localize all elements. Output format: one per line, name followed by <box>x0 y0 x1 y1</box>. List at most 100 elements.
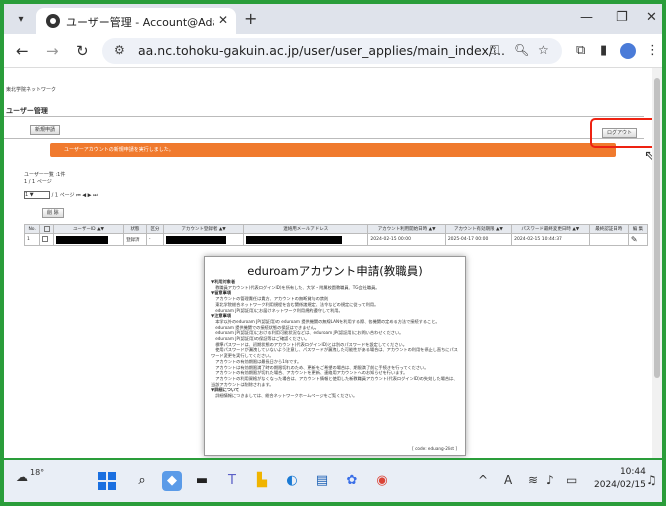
scroll-thumb[interactable] <box>654 78 660 378</box>
row-checkbox[interactable] <box>42 236 49 243</box>
cell-check[interactable] <box>39 233 54 246</box>
new-tab-button[interactable]: + <box>244 9 257 28</box>
new-application-button[interactable]: 新規申請 <box>30 125 61 135</box>
page-title: ユーザー管理 <box>6 107 48 115</box>
bookmark-star-icon[interactable]: ☆ <box>538 43 549 57</box>
table-header-row: No. ユーザーID ▲▼ 状態 区分 アカウント登録者 ▲▼ 連絡用メールアド… <box>23 224 649 234</box>
zoom-icon[interactable]: 🔍︎ <box>514 43 529 57</box>
table-row: 1 登録済 - 2024-02-15 00:00 2025-04-17 00:0… <box>23 233 649 246</box>
col-status: 状態 <box>123 224 147 234</box>
cell-expire: 2025-04-17 00:00 <box>444 233 513 246</box>
reload-icon[interactable]: ↻ <box>76 42 89 60</box>
cell-status: 登録済 <box>123 233 147 246</box>
col-expire[interactable]: アカウント有効期限 ▲▼ <box>444 224 513 234</box>
chrome-icon[interactable]: ◉ <box>372 471 392 491</box>
teams-icon[interactable]: T <box>222 471 242 491</box>
edge-icon[interactable]: ◐ <box>282 471 302 491</box>
list-page-count: 1 / 1 ページ <box>24 179 52 185</box>
col-start[interactable]: アカウント利用開始日時 ▲▼ <box>367 224 446 234</box>
divider <box>4 116 644 117</box>
browser-window: ▾ ユーザー管理 - Account@Adapte ✕ + — ❐ ✕ ← → … <box>4 4 662 458</box>
modal-code: [ code: eduang-2list ] <box>412 446 457 451</box>
restore-icon[interactable]: ❐ <box>616 10 628 25</box>
pager-nav-icons[interactable]: ⏮ ◀ ▶ ⏭ <box>76 193 97 199</box>
search-icon[interactable]: ⌕ <box>132 471 152 491</box>
password-key-icon[interactable]: ⚿ <box>490 43 499 58</box>
forward-icon[interactable]: → <box>46 42 59 60</box>
side-panel-icon[interactable]: ▮ <box>600 43 607 58</box>
cell-last-auth <box>588 233 629 246</box>
battery-icon[interactable]: ▭ <box>566 473 577 487</box>
task-view-icon[interactable]: ▬ <box>192 471 212 491</box>
clock-date: 2024/02/15 <box>594 480 646 490</box>
favicon-icon <box>46 14 60 28</box>
volume-icon[interactable]: ♪ <box>546 473 554 487</box>
col-no: No. <box>23 224 41 234</box>
page-select[interactable]: 1 ▼ <box>24 191 50 199</box>
ime-indicator[interactable]: A <box>504 473 512 487</box>
profile-avatar[interactable] <box>620 43 636 59</box>
edit-icon[interactable]: ✎ <box>631 235 638 244</box>
file-explorer-icon[interactable]: ▙ <box>252 471 272 491</box>
logout-highlight-box <box>590 118 660 148</box>
pager-text: / 1 ページ <box>51 192 75 199</box>
col-registrant[interactable]: アカウント登録者 ▲▼ <box>163 224 245 234</box>
delete-button[interactable]: 削 除 <box>42 208 64 218</box>
start-windows-icon[interactable] <box>98 472 116 490</box>
col-last-auth: 最終認証日時 <box>588 224 629 234</box>
modal-line: アカウントの利用資格がなくなった場合は、アカウント情報と使用した新教職員アカウン… <box>211 375 458 387</box>
extensions-icon[interactable]: ⧉ <box>576 43 585 58</box>
menu-kebab-icon[interactable]: ⋮ <box>646 43 659 58</box>
redacted-registrant <box>166 235 227 244</box>
url-text[interactable]: aa.nc.tohoku-gakuin.ac.jp/user/user_appl… <box>138 43 505 58</box>
eduroam-modal: eduroamアカウント申請(教職員) ▼利用対象者 教職員アカウント(代表ログ… <box>204 256 466 456</box>
col-category: 区分 <box>145 224 165 234</box>
col-pw-changed[interactable]: パスワード最終変更日時 ▲▼ <box>511 224 590 234</box>
cell-edit[interactable]: ✎ <box>627 233 649 246</box>
modal-line: 使用パスワードが漏洩していないよう注意し、パスワードが漏洩した可能性がある場合は… <box>211 347 458 359</box>
web-page: 東北学院ネットワーク ユーザー管理 新規申請 ログアウト ユーザーアカウントの新… <box>4 68 662 458</box>
weather-icon[interactable]: ☁ <box>16 470 28 484</box>
success-banner: ユーザーアカウントの新規申請を実行しました。 <box>50 143 616 157</box>
cell-email <box>243 233 369 246</box>
site-info-icon[interactable]: ⚙ <box>114 43 125 57</box>
col-user-id[interactable]: ユーザーID ▲▼ <box>52 224 125 234</box>
clock[interactable]: 10:44 2024/02/15 <box>594 466 646 492</box>
close-icon[interactable]: ✕ <box>218 13 228 27</box>
wifi-icon[interactable]: ≋ <box>528 473 538 487</box>
modal-body: ▼利用対象者 教職員アカウント(代表ログインID)を所有した、大学・附属校園教職… <box>211 279 461 399</box>
cell-registrant <box>163 233 245 246</box>
cell-pw-changed: 2024-02-15 10:44:37 <box>511 233 590 246</box>
breadcrumb[interactable]: 東北学院ネットワーク <box>6 86 56 93</box>
window-close-icon[interactable]: ✕ <box>646 10 657 25</box>
tray-chevron-icon[interactable]: ^ <box>478 473 488 487</box>
minimize-icon[interactable]: — <box>580 10 593 25</box>
store-icon[interactable]: ▤ <box>312 471 332 491</box>
col-edit: 編 集 <box>627 224 649 234</box>
user-table: No. ユーザーID ▲▼ 状態 区分 アカウント登録者 ▲▼ 連絡用メールアド… <box>23 224 649 246</box>
tab-search-icon[interactable]: ▾ <box>12 11 30 29</box>
modal-line: 本学以外のeduroam JP(認証用)の eduroam 提供機関の無線LAN… <box>211 318 440 324</box>
back-icon[interactable]: ← <box>16 42 29 60</box>
app-icon[interactable]: ✿ <box>342 471 362 491</box>
tab-title: ユーザー管理 - Account@Adapte <box>66 16 214 29</box>
cell-start: 2024-02-15 00:00 <box>367 233 446 246</box>
clock-time: 10:44 <box>619 467 646 477</box>
modal-line: 詳細情報につきましては、総合ネットワークホームページをご覧ください。 <box>211 393 358 399</box>
scrollbar[interactable] <box>652 68 662 458</box>
weather-temp[interactable]: 18° <box>30 468 44 477</box>
col-check[interactable] <box>39 224 54 234</box>
cell-user-id <box>52 233 125 246</box>
select-all-checkbox[interactable] <box>43 225 50 232</box>
copilot-icon[interactable]: ◆ <box>162 471 182 491</box>
address-bar[interactable]: ⚙ aa.nc.tohoku-gakuin.ac.jp/user/user_ap… <box>102 38 562 64</box>
browser-toolbar: ← → ↻ ⚙ aa.nc.tohoku-gakuin.ac.jp/user/u… <box>4 34 662 68</box>
modal-title: eduroamアカウント申請(教職員) <box>247 264 423 278</box>
tab-user-management[interactable]: ユーザー管理 - Account@Adapte ✕ <box>36 8 236 34</box>
col-email: 連絡用メールアドレス <box>243 224 369 234</box>
notification-bell-icon[interactable]: ♫ <box>646 473 657 487</box>
taskbar: ☁ 18° ⌕ ◆ ▬ T ▙ ◐ ▤ ✿ ◉ ^ A ≋ ♪ ▭ 10:44 … <box>4 460 662 502</box>
pager: 1 ▼ / 1 ページ ⏮ ◀ ▶ ⏭ <box>24 191 98 199</box>
tab-strip: ▾ ユーザー管理 - Account@Adapte ✕ + — ❐ ✕ <box>4 4 662 34</box>
cell-category: - <box>145 233 165 246</box>
